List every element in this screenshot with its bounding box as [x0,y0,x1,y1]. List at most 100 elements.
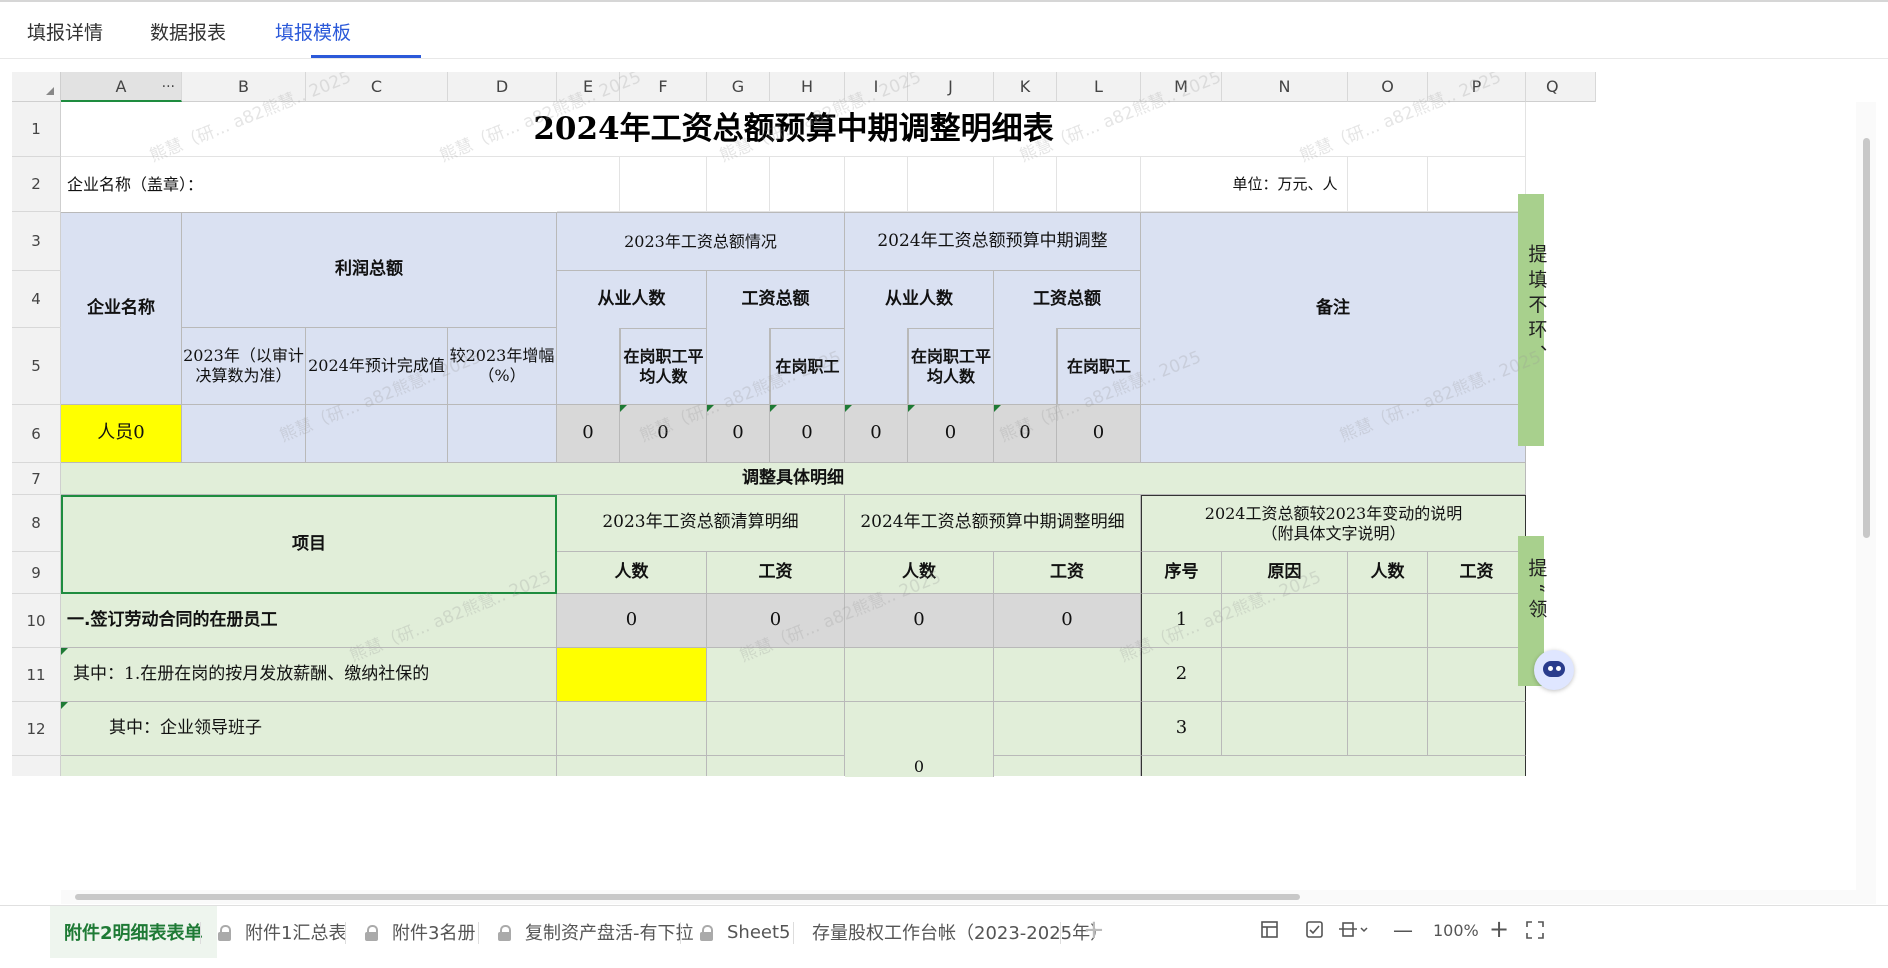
header-2024-budget-adjust[interactable]: 2024年工资总额预算中期调整 [845,212,1141,271]
column-header-o[interactable]: O [1348,72,1428,102]
cell-seq-12[interactable]: 3 [1141,702,1222,756]
row-header-9[interactable]: 9 [12,552,61,594]
sheet-tab-sheet5[interactable]: Sheet5 [700,906,791,958]
header-2023-employees[interactable]: 从业人数 [557,271,707,328]
row-header-6[interactable]: 6 [12,405,61,463]
cell-i5[interactable] [845,328,908,405]
cell-remark-6[interactable] [1141,405,1526,463]
column-header-k[interactable]: K [994,72,1057,102]
cell-count-10[interactable] [1348,594,1428,648]
header-2023-wage-status[interactable]: 2023年工资总额情况 [557,212,845,271]
column-header-a[interactable]: A ··· [61,72,182,102]
cell-f6[interactable]: 0 [620,405,707,463]
cell-e13[interactable] [557,756,707,776]
vertical-scroll-thumb[interactable] [1863,138,1870,538]
header-seq[interactable]: 序号 [1141,552,1222,594]
header-remark[interactable]: 备注 [1141,212,1526,405]
header-2023-onpost[interactable]: 在岗职工 [770,328,845,405]
tab-fill-template[interactable]: 填报模板 [275,18,351,45]
cell-i10[interactable]: 0 [845,594,994,648]
column-header-p[interactable]: P [1428,72,1526,102]
row-header-4[interactable]: 4 [12,271,61,328]
vertical-scrollbar[interactable] [1856,102,1876,904]
header-2023-audited[interactable]: 2023年（以审计决算数为准） [182,328,306,405]
header-2024-onpost-avg[interactable]: 在岗职工平均人数 [908,328,994,405]
tab-fill-details[interactable]: 填报详情 [27,18,103,45]
horizontal-scrollbar[interactable] [61,890,1856,904]
cell-k10[interactable]: 0 [994,594,1141,648]
zoom-out-button[interactable]: — [1393,918,1413,942]
cell-count-11[interactable] [1348,648,1428,702]
cell-seq-10[interactable]: 1 [1141,594,1222,648]
header-change-count[interactable]: 人数 [1348,552,1428,594]
row-header-2[interactable]: 2 [12,157,61,212]
cell-j6[interactable]: 0 [908,405,994,463]
sheet-tab-asset-revitalize[interactable]: 复制资产盘活-有下拉 [498,906,694,958]
column-header-e[interactable]: E [557,72,620,102]
cell-g11[interactable] [707,648,845,702]
item-row-12[interactable]: 其中：企业领导班子 [61,702,557,756]
detail-section-title[interactable]: 调整具体明细 [61,463,1526,495]
header-company-name[interactable]: 企业名称 [61,212,182,405]
cell-i6[interactable]: 0 [845,405,908,463]
item-row-10[interactable]: 一.签订劳动合同的在册员工 [61,594,557,648]
cell-i11[interactable] [845,648,994,702]
cell-e5[interactable] [557,328,620,405]
cell-k13[interactable] [994,756,1141,776]
zoom-level[interactable]: 100% [1433,921,1479,940]
header-2024-wage[interactable]: 工资 [994,552,1141,594]
row-header-12[interactable]: 12 [12,702,61,756]
cell-k5[interactable] [994,328,1057,405]
assistant-bubble-icon[interactable] [1534,650,1574,690]
cell-k11[interactable] [994,648,1141,702]
header-2024-total-wage[interactable]: 工资总额 [994,271,1141,328]
column-header-b[interactable]: B [182,72,306,102]
column-header-j[interactable]: J [908,72,994,102]
item-row-13-partial[interactable] [61,756,557,776]
freeze-pane-icon[interactable] [1261,921,1279,939]
cell-g10[interactable]: 0 [707,594,845,648]
company-seal-label[interactable]: 企业名称（盖章）： [61,157,557,212]
sheet-tab-attachment2[interactable]: 附件2明细表表单 [50,906,217,958]
check-sheet-icon[interactable] [1306,921,1324,939]
cell-wage-11[interactable] [1428,648,1526,702]
header-profit-total[interactable]: 利润总额 [182,212,557,328]
fullscreen-icon[interactable] [1526,921,1544,939]
row-header-3[interactable]: 3 [12,212,61,271]
cell-a6-personnel[interactable]: 人员0 [61,405,182,463]
row-header-7[interactable]: 7 [12,463,61,495]
sheet-tab-attachment1[interactable]: 附件1汇总表 [218,906,346,958]
header-2024-adjust-detail[interactable]: 2024年工资总额预算中期调整明细 [845,495,1141,552]
cell-reason-10[interactable] [1222,594,1348,648]
row-header-11[interactable]: 11 [12,648,61,702]
cell-i12-merged[interactable]: 0 [845,702,994,777]
row-header-10[interactable]: 10 [12,594,61,648]
cell-seq-11[interactable]: 2 [1141,648,1222,702]
row-header-5[interactable]: 5 [12,328,61,405]
cell-g12[interactable] [707,702,845,756]
cell-wage-10[interactable] [1428,594,1526,648]
cell-e11[interactable] [557,648,707,702]
header-2024-onpost[interactable]: 在岗职工 [1057,328,1141,405]
cell-h6[interactable]: 0 [770,405,845,463]
column-header-l[interactable]: L [1057,72,1141,102]
horizontal-scroll-thumb[interactable] [75,894,1300,900]
zoom-in-button[interactable]: + [1489,915,1509,943]
cell-c6[interactable] [306,405,448,463]
header-growth-rate[interactable]: 较2023年增幅（%） [448,328,557,405]
header-change-explanation[interactable]: 2024工资总额较2023年变动的说明（附具体文字说明） [1141,495,1526,552]
header-2023-total-wage[interactable]: 工资总额 [707,271,845,328]
cell-k6[interactable]: 0 [994,405,1057,463]
header-item[interactable]: 项目 [61,495,557,594]
sheet-tab-equity-ledger[interactable]: 存量股权工作台帐（2023-2025年） [812,906,1108,958]
header-change-wage[interactable]: 工资 [1428,552,1526,594]
header-2024-forecast[interactable]: 2024年预计完成值 [306,328,448,405]
cell-e10[interactable]: 0 [557,594,707,648]
cell-g13[interactable] [707,756,845,776]
cell-b6[interactable] [182,405,306,463]
unit-label[interactable]: 单位：万元、人 [1222,157,1348,212]
cell-reason-11[interactable] [1222,648,1348,702]
header-2024-employees[interactable]: 从业人数 [845,271,994,328]
side-note-top[interactable]: 提 填 不 环 、 [1518,194,1547,446]
header-2024-count[interactable]: 人数 [845,552,994,594]
